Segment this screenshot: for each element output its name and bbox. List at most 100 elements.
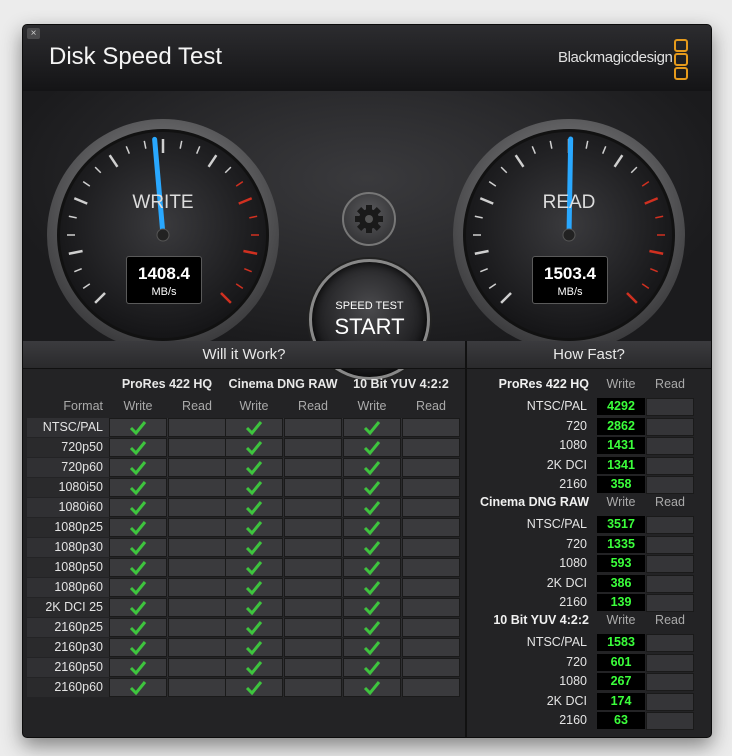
check-icon — [363, 461, 381, 476]
start-button-label: START — [334, 314, 405, 339]
table-cell — [168, 638, 226, 657]
fast-write-value: 267 — [597, 673, 645, 690]
table-cell — [168, 458, 226, 477]
fast-write-value: 2862 — [597, 417, 645, 435]
settings-button[interactable] — [342, 192, 396, 246]
write-column-header: Write — [606, 377, 636, 391]
table-cell — [168, 538, 226, 557]
check-icon — [363, 661, 381, 676]
check-icon — [245, 661, 263, 676]
fast-read-value — [646, 634, 694, 652]
fast-write-value: 63 — [597, 712, 645, 729]
table-cell — [168, 658, 226, 677]
write-speed-value: 1408.4 — [138, 264, 190, 283]
check-icon — [363, 541, 381, 556]
check-icon — [245, 521, 263, 536]
column-header: Write — [123, 399, 153, 413]
read-column-header: Read — [655, 377, 685, 391]
fast-row-label: 1080 — [559, 438, 587, 452]
table-cell — [168, 598, 226, 617]
column-header: Read — [298, 399, 328, 413]
table-cell — [284, 498, 342, 517]
table-cell — [168, 678, 226, 697]
fast-read-value — [646, 437, 694, 455]
gauge-area: WRITE 1408.4 MB/s READ 1503.4 MB/s SPEED… — [23, 91, 711, 380]
table-cell — [402, 638, 460, 657]
format-row-label: 2K DCI 25 — [45, 600, 103, 614]
column-header: Read — [416, 399, 446, 413]
check-icon — [245, 441, 263, 456]
table-cell — [284, 558, 342, 577]
check-icon — [363, 441, 381, 456]
check-icon — [245, 561, 263, 576]
write-column-header: Write — [606, 613, 636, 627]
fast-row-label: 2160 — [559, 713, 587, 727]
fast-row-label: 1080 — [559, 674, 587, 688]
check-icon — [363, 481, 381, 496]
check-icon — [245, 541, 263, 556]
table-cell — [402, 578, 460, 597]
fast-row-label: NTSC/PAL — [526, 517, 587, 531]
read-readout: 1503.4 MB/s — [532, 256, 608, 304]
check-icon — [129, 581, 147, 596]
fast-row-label: NTSC/PAL — [526, 399, 587, 413]
format-row-label: 720p50 — [61, 440, 103, 454]
fast-write-value: 4292 — [597, 398, 645, 415]
format-row-label: NTSC/PAL — [42, 420, 103, 434]
check-icon — [363, 521, 381, 536]
write-label: WRITE — [132, 192, 194, 213]
fast-group-header: 10 Bit YUV 4:2:2 — [493, 613, 589, 627]
fast-write-value: 139 — [597, 594, 645, 611]
app-title: Disk Speed Test — [49, 43, 222, 70]
fast-write-value: 3517 — [597, 516, 645, 533]
table-cell — [168, 438, 226, 457]
fast-row-label: NTSC/PAL — [526, 635, 587, 649]
check-icon — [129, 561, 147, 576]
fast-write-value: 358 — [597, 476, 645, 493]
format-row-label: 2160p30 — [54, 640, 103, 654]
table-cell — [284, 538, 342, 557]
table-cell — [168, 498, 226, 517]
fast-read-value — [646, 476, 694, 494]
fast-read-value — [646, 692, 694, 711]
check-icon — [363, 421, 381, 436]
read-label: READ — [542, 192, 596, 213]
table-cell — [402, 618, 460, 637]
fast-row-label: 720 — [566, 654, 587, 669]
fast-row-label: 2K DCI — [546, 575, 587, 590]
check-icon — [129, 681, 147, 696]
table-cell — [284, 478, 342, 497]
fast-read-value — [646, 398, 694, 416]
check-icon — [129, 441, 147, 456]
fast-write-value: 386 — [597, 574, 645, 592]
start-button-sublabel: SPEED TEST — [335, 300, 404, 312]
write-gauge — [47, 119, 279, 351]
format-group-header: ProRes 422 HQ — [121, 377, 213, 391]
table-cell — [284, 418, 342, 437]
check-icon — [363, 621, 381, 636]
gear-icon — [355, 205, 383, 233]
format-row-label: 1080p25 — [54, 520, 103, 534]
app-window: × Disk Speed Test Blackmagicdesign WRITE… — [22, 24, 712, 738]
table-cell — [168, 578, 226, 597]
format-row-label: 2160p60 — [54, 680, 103, 694]
fast-write-value: 1431 — [597, 437, 645, 454]
table-cell — [284, 518, 342, 537]
table-cell — [168, 518, 226, 537]
format-row-label: 1080p30 — [54, 540, 103, 554]
fast-row-label: 2K DCI — [546, 693, 587, 708]
read-speed-unit: MB/s — [557, 286, 583, 298]
table-cell — [284, 638, 342, 657]
how-fast-header: How Fast? — [467, 341, 711, 369]
format-row-label: 1080i60 — [58, 500, 104, 514]
read-gauge — [453, 119, 685, 351]
will-it-work-header: Will it Work? — [23, 341, 465, 369]
check-icon — [129, 521, 147, 536]
close-icon[interactable]: × — [27, 28, 40, 39]
brand-logo-icon — [674, 67, 688, 80]
fast-row-label: 2K DCI — [546, 457, 587, 472]
fast-read-value — [646, 535, 694, 554]
fast-read-value — [646, 555, 694, 573]
table-cell — [402, 498, 460, 517]
column-header: Read — [182, 399, 212, 413]
